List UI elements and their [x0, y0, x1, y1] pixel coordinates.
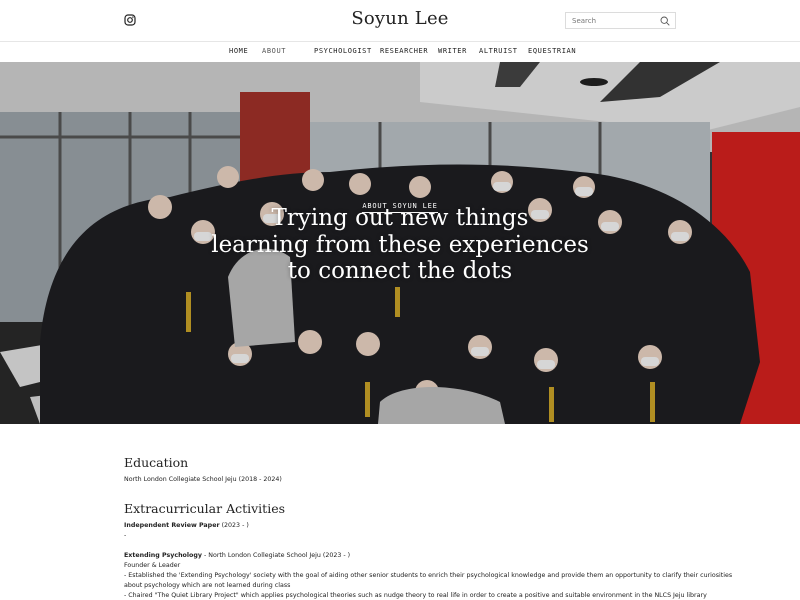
nav-equestrian[interactable]: EQUESTRIAN [528, 47, 576, 55]
nav-psychologist[interactable]: PSYCHOLOGIST [314, 47, 372, 55]
irp-entry: Independent Review Paper (2023 - ) [124, 521, 249, 531]
irp-dates: (2023 - ) [219, 522, 249, 529]
nav-home[interactable]: HOME [229, 47, 248, 55]
main-nav: HOME ABOUT PSYCHOLOGIST RESEARCHER WRITE… [0, 42, 800, 62]
education-entry: North London Collegiate School Jeju (201… [124, 476, 282, 483]
search-box[interactable] [565, 12, 676, 29]
site-header: Soyun Lee [0, 0, 800, 42]
nav-researcher[interactable]: RESEARCHER [380, 47, 428, 55]
hero-headline: Trying out new things learning from thes… [0, 205, 800, 285]
search-icon[interactable] [660, 16, 670, 26]
ep-title: Extending Psychology [124, 552, 202, 559]
hero-banner: ABOUT SOYUN LEE Trying out new things le… [0, 62, 800, 424]
nav-about[interactable]: ABOUT [262, 47, 286, 55]
nav-altruist[interactable]: ALTRUIST [479, 47, 518, 55]
site-title[interactable]: Soyun Lee [0, 8, 800, 29]
nav-writer[interactable]: WRITER [438, 47, 467, 55]
ep-rest: - North London Collegiate School Jeju (2… [201, 552, 351, 559]
hero-headline-line-3: to connect the dots [287, 258, 513, 284]
ep-line-2: about psychology which are not learned d… [124, 582, 291, 589]
ep-line-3: - Chaired "The Quiet Library Project" wh… [124, 592, 707, 599]
irp-title: Independent Review Paper [124, 522, 220, 529]
search-input[interactable] [566, 13, 656, 28]
hero-headline-line-1: Trying out new things [271, 205, 529, 231]
ep-line-1: - Established the 'Extending Psychology'… [124, 572, 733, 579]
hero-headline-line-2: learning from these experiences [211, 231, 589, 258]
ep-entry: Extending Psychology - North London Coll… [124, 551, 350, 561]
ep-role: Founder & Leader [124, 562, 181, 569]
education-heading: Education [124, 455, 189, 470]
extracurricular-heading: Extracurricular Activities [124, 501, 286, 516]
irp-dash: - [124, 532, 127, 539]
